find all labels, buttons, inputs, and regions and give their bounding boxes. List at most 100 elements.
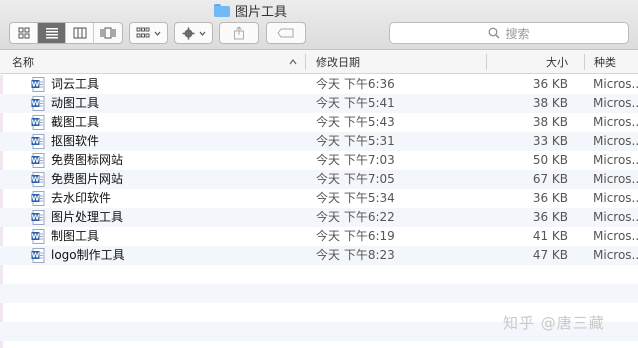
list-view-button[interactable] <box>38 23 66 43</box>
action-menu-button[interactable] <box>174 22 213 44</box>
grid-icon <box>18 27 29 39</box>
chevron-down-icon <box>199 31 205 36</box>
column-header-size[interactable]: 大小 <box>546 50 568 74</box>
file-kind: Micros... <box>593 96 638 110</box>
column-header: 名称 修改日期 大小 种类 <box>0 50 638 74</box>
file-modified-date: 今天 下午7:05 <box>316 172 395 186</box>
icon-view-button[interactable] <box>10 23 38 43</box>
svg-text:W: W <box>32 252 40 260</box>
word-document-icon: W <box>31 229 45 244</box>
file-modified-date: 今天 下午6:22 <box>316 210 395 224</box>
tag-icon <box>277 28 294 38</box>
watermark: 知乎 @唐三藏 <box>503 314 605 332</box>
file-modified-date: 今天 下午7:03 <box>316 153 395 167</box>
file-list: W 词云工具 今天 下午6:36 36 KB Micros... W 动图工具 今天 下午5:… <box>0 75 638 341</box>
window-title-text: 图片工具 <box>235 4 288 20</box>
window-title: 图片工具 <box>214 2 288 20</box>
column-date-label: 修改日期 <box>316 56 360 69</box>
column-divider[interactable] <box>305 54 306 70</box>
finder-toolbar: 图片工具 搜索 <box>0 0 638 50</box>
folder-icon <box>214 3 230 17</box>
file-name: logo制作工具 <box>51 248 125 262</box>
column-view-button[interactable] <box>66 23 94 43</box>
file-name: 动图工具 <box>51 96 100 110</box>
file-size: 36 KB <box>532 77 568 91</box>
column-divider[interactable] <box>486 54 487 70</box>
file-row[interactable]: W 制图工具 今天 下午6:19 41 KB Micros... <box>0 227 638 246</box>
gear-icon <box>182 27 194 39</box>
file-name: 截图工具 <box>51 115 100 129</box>
file-size: 36 KB <box>532 210 568 224</box>
column-kind-label: 种类 <box>594 56 616 69</box>
svg-text:W: W <box>32 195 40 203</box>
file-row[interactable]: W 抠图软件 今天 下午5:31 33 KB Micros... <box>0 132 638 151</box>
file-size: 38 KB <box>532 96 568 110</box>
file-row[interactable]: W 图片处理工具 今天 下午6:22 36 KB Micros... <box>0 208 638 227</box>
file-modified-date: 今天 下午8:23 <box>316 248 395 262</box>
file-modified-date: 今天 下午6:19 <box>316 229 395 243</box>
file-name: 词云工具 <box>51 77 100 91</box>
word-document-icon: W <box>31 96 45 111</box>
chevron-down-icon <box>154 31 161 36</box>
cover-flow-icon <box>100 27 116 39</box>
file-name: 图片处理工具 <box>51 210 124 224</box>
file-kind: Micros... <box>593 153 638 167</box>
file-size: 47 KB <box>532 248 568 262</box>
column-header-name[interactable]: 名称 <box>12 50 34 74</box>
word-document-icon: W <box>31 191 45 206</box>
word-document-icon: W <box>31 172 45 187</box>
file-modified-date: 今天 下午5:34 <box>316 191 395 205</box>
svg-text:W: W <box>32 138 40 146</box>
word-document-icon: W <box>31 210 45 225</box>
file-kind: Micros... <box>593 134 638 148</box>
search-placeholder: 搜索 <box>505 26 530 41</box>
file-name: 免费图标网站 <box>51 153 124 167</box>
svg-text:W: W <box>32 119 40 127</box>
file-size: 36 KB <box>532 191 568 205</box>
empty-row <box>0 284 638 303</box>
column-name-label: 名称 <box>12 56 34 69</box>
file-size: 38 KB <box>532 115 568 129</box>
group-arrange-button[interactable] <box>129 22 168 44</box>
empty-row <box>0 265 638 284</box>
search-field[interactable]: 搜索 <box>389 22 629 44</box>
file-name: 免费图片网站 <box>51 172 124 186</box>
search-icon <box>489 27 500 39</box>
file-size: 41 KB <box>532 229 568 243</box>
word-document-icon: W <box>31 134 45 149</box>
file-modified-date: 今天 下午5:31 <box>316 134 395 148</box>
file-row[interactable]: W 截图工具 今天 下午5:43 38 KB Micros... <box>0 113 638 132</box>
file-row[interactable]: W 词云工具 今天 下午6:36 36 KB Micros... <box>0 75 638 94</box>
file-modified-date: 今天 下午5:41 <box>316 96 395 110</box>
file-name: 抠图软件 <box>51 134 100 148</box>
tags-button[interactable] <box>266 22 306 44</box>
column-header-kind[interactable]: 种类 <box>594 50 616 74</box>
file-modified-date: 今天 下午6:36 <box>316 77 395 91</box>
view-mode-segmented-control <box>9 22 123 44</box>
file-name: 去水印软件 <box>51 191 112 205</box>
share-icon <box>234 26 244 40</box>
file-row[interactable]: W 免费图片网站 今天 下午7:05 67 KB Micros... <box>0 170 638 189</box>
svg-text:W: W <box>32 100 40 108</box>
file-size: 67 KB <box>532 172 568 186</box>
cover-flow-view-button[interactable] <box>94 23 122 43</box>
column-divider[interactable] <box>584 54 585 70</box>
file-row[interactable]: W 免费图标网站 今天 下午7:03 50 KB Micros... <box>0 151 638 170</box>
file-size: 50 KB <box>532 153 568 167</box>
word-document-icon: W <box>31 248 45 263</box>
file-kind: Micros... <box>593 229 638 243</box>
arrange-grid-icon <box>136 27 150 38</box>
file-kind: Micros... <box>593 115 638 129</box>
svg-text:W: W <box>32 233 40 241</box>
svg-text:W: W <box>32 214 40 222</box>
file-size: 33 KB <box>532 134 568 148</box>
file-row[interactable]: W 动图工具 今天 下午5:41 38 KB Micros... <box>0 94 638 113</box>
file-kind: Micros... <box>593 191 638 205</box>
file-row[interactable]: Wlogo制作工具 今天 下午8:23 47 KB Micros... <box>0 246 638 265</box>
file-kind: Micros... <box>593 248 638 262</box>
sort-ascending-icon <box>289 59 297 65</box>
column-header-date[interactable]: 修改日期 <box>316 50 360 74</box>
share-button[interactable] <box>219 22 259 44</box>
file-kind: Micros... <box>593 172 638 186</box>
file-row[interactable]: W 去水印软件 今天 下午5:34 36 KB Micros... <box>0 189 638 208</box>
